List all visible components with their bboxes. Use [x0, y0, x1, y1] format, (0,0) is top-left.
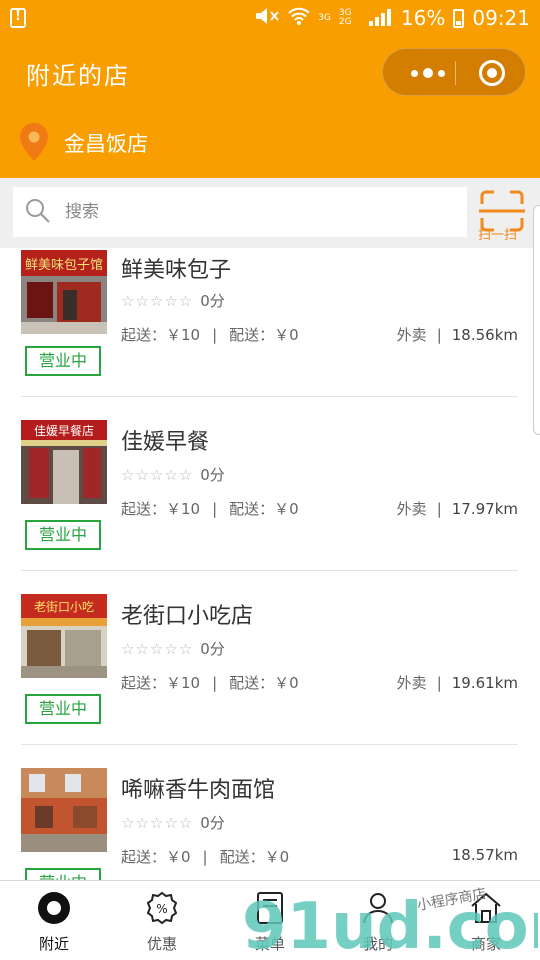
open-status-badge: 营业中 — [25, 694, 101, 724]
list-divider — [21, 744, 518, 745]
tab-label: 附近 — [38, 935, 69, 953]
rating-stars: ☆ ☆ ☆ ☆ ☆ 0分 — [121, 639, 225, 658]
search-area — [0, 178, 540, 248]
min-order: 起送：￥10 — [121, 674, 201, 692]
tab-label: 菜单 — [254, 935, 285, 953]
rating-score: 0分 — [200, 466, 225, 484]
distance: 18.56km — [451, 326, 518, 344]
service-type: 外卖 — [396, 326, 427, 344]
rating-score: 0分 — [200, 292, 225, 310]
menu-book-icon — [257, 892, 283, 924]
store-item[interactable]: 老街口小吃 老街口小吃店 ☆ ☆ ☆ ☆ ☆ 0分 起送：￥10 | 配送：￥0 外卖 | 19… — [0, 586, 540, 760]
list-divider — [21, 396, 518, 397]
open-status-badge: 营业中 — [25, 346, 101, 376]
store-sign-text: 佳媛早餐店 — [34, 423, 94, 438]
status-indicators: 3G 3G 2G 16% 09:21 — [254, 6, 530, 30]
store-name[interactable]: 唏嘛香牛肉面馆 — [121, 772, 275, 804]
store-fees: 起送：￥10 | 配送：￥0 — [121, 500, 299, 518]
store-sign-text: 鲜美味包子馆 — [25, 258, 103, 273]
rating-score: 0分 — [200, 640, 225, 658]
percent-badge-icon: % — [146, 891, 178, 925]
store-service-distance: 外卖 | 19.61km — [396, 674, 518, 692]
delivery-fee: 配送：￥0 — [219, 848, 290, 866]
status-bar: 3G 3G 2G 16% 09:21 — [0, 0, 540, 38]
side-scroll-handle[interactable] — [533, 205, 540, 435]
delivery-fee: 配送：￥0 — [229, 326, 299, 344]
store-thumbnail: 鲜美味包子馆 — [21, 250, 107, 334]
tab-deals[interactable]: % 优惠 — [108, 881, 216, 960]
store-thumbnail: 佳媛早餐店 — [21, 420, 107, 504]
tab-mine[interactable]: 我的 — [324, 881, 432, 960]
store-name[interactable]: 老街口小吃店 — [121, 598, 253, 630]
store-thumbnail: 老街口小吃 — [21, 594, 107, 678]
location-pin-icon — [20, 123, 48, 161]
current-location-name: 金昌饭店 — [64, 132, 148, 156]
network-type-2: 3G 2G — [338, 8, 352, 27]
search-box[interactable] — [13, 187, 467, 237]
min-order: 起送：￥10 — [121, 500, 201, 518]
rating-score: 0分 — [200, 814, 225, 832]
store-thumbnail — [21, 768, 107, 852]
shop-icon — [471, 892, 501, 923]
network-type-1: 3G — [318, 12, 331, 23]
store-list[interactable]: 鲜美味包子馆 鲜美味包子 ☆ ☆ ☆ ☆ ☆ 0分 起送：￥10 | 配送：￥0 外卖 | 18… — [0, 248, 540, 880]
store-sign-text: 老街口小吃 — [34, 600, 94, 614]
distance: 17.97km — [451, 500, 518, 518]
rating-stars: ☆ ☆ ☆ ☆ ☆ 0分 — [121, 291, 225, 310]
clock-time: 09:21 — [472, 6, 530, 30]
min-order: 起送：￥10 — [121, 326, 201, 344]
store-name[interactable]: 佳媛早餐 — [121, 424, 209, 456]
store-service-distance: 外卖 | 17.97km — [396, 500, 518, 518]
battery-percent: 16% — [400, 6, 446, 30]
close-program-icon[interactable] — [479, 60, 505, 86]
open-status-badge: 营业中 — [25, 868, 101, 880]
tab-label: 商家 — [470, 935, 501, 953]
tab-menu[interactable]: 菜单 — [216, 881, 324, 960]
mute-icon — [254, 6, 280, 30]
search-input[interactable] — [65, 197, 445, 227]
store-item[interactable]: 唏嘛香牛肉面馆 ☆☆☆☆☆ 0分 起送：￥0|配送：￥0 18.57km 营业中 — [0, 760, 540, 880]
location-dot-icon — [38, 892, 70, 924]
notification-alert-icon — [10, 8, 26, 28]
location-bar[interactable]: 金昌饭店 — [0, 106, 540, 178]
user-icon — [363, 893, 393, 924]
store-service-distance: 18.57km — [452, 846, 518, 864]
scan-label[interactable]: 扫一扫 — [478, 224, 517, 243]
wifi-icon — [288, 6, 310, 30]
mini-program-capsule — [382, 48, 526, 96]
svg-text:%: % — [156, 902, 167, 916]
distance: 18.57km — [451, 846, 518, 864]
store-item[interactable]: 鲜美味包子馆 鲜美味包子 ☆ ☆ ☆ ☆ ☆ 0分 起送：￥10 | 配送：￥0 外卖 | 18… — [0, 248, 540, 412]
navigation-bar: 附近的店 — [0, 38, 540, 106]
store-fees: 起送：￥0 | 配送：￥0 — [121, 848, 290, 866]
store-service-distance: 外卖 | 18.56km — [396, 326, 518, 344]
rating-stars: ☆ ☆ ☆ ☆ ☆ 0分 — [121, 465, 225, 484]
tab-merchant[interactable]: 商家 — [432, 881, 540, 960]
bottom-tab-bar: 附近 % 优惠 菜单 我的 商家 — [0, 880, 540, 960]
distance: 19.61km — [451, 674, 518, 692]
store-fees: 起送：￥10 | 配送：￥0 — [121, 326, 299, 344]
open-status-badge: 营业中 — [25, 520, 101, 550]
store-item[interactable]: 佳媛早餐店 佳媛早餐 ☆ ☆ ☆ ☆ ☆ 0分 起送：￥10 | 配送：￥0 外卖 | 17.9… — [0, 412, 540, 586]
service-type: 外卖 — [396, 500, 427, 518]
service-type: 外卖 — [396, 674, 427, 692]
tab-label: 优惠 — [146, 935, 177, 953]
search-icon — [26, 199, 50, 223]
more-options-icon[interactable] — [403, 61, 453, 85]
tab-nearby[interactable]: 附近 — [0, 881, 108, 960]
page-title: 附近的店 — [26, 62, 130, 90]
list-divider — [21, 570, 518, 571]
store-name[interactable]: 鲜美味包子 — [121, 252, 231, 284]
signal-icon — [367, 8, 393, 28]
rating-stars: ☆ ☆ ☆ ☆ ☆ 0分 — [121, 813, 225, 832]
min-order: 起送：￥0 — [121, 848, 191, 866]
capsule-divider — [455, 61, 456, 85]
battery-icon — [453, 8, 465, 28]
store-fees: 起送：￥10 | 配送：￥0 — [121, 674, 299, 692]
delivery-fee: 配送：￥0 — [229, 500, 299, 518]
delivery-fee: 配送：￥0 — [229, 674, 299, 692]
tab-label: 我的 — [362, 935, 393, 953]
